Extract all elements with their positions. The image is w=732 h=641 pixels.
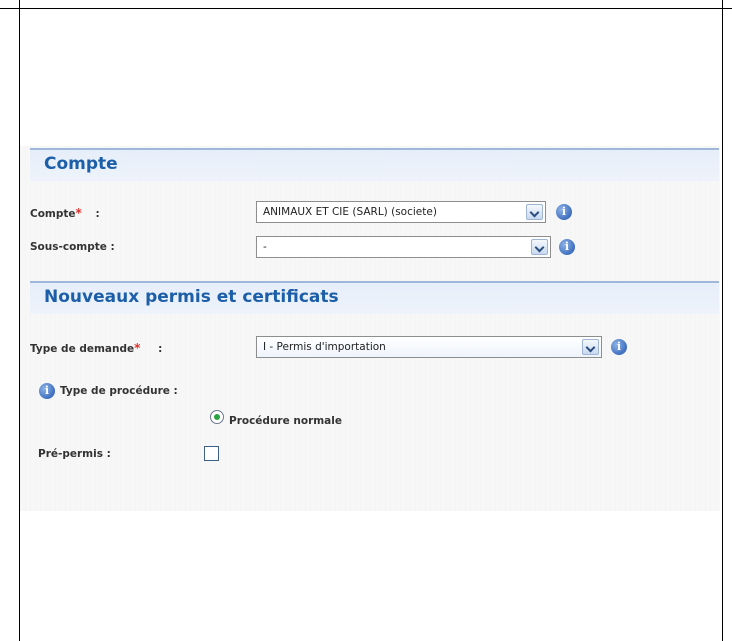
procedure-normale-radio[interactable] bbox=[210, 410, 224, 424]
procedure-normale-label[interactable]: Procédure normale bbox=[229, 415, 342, 427]
chevron-down-icon[interactable] bbox=[531, 239, 548, 255]
compte-section-title: Compte bbox=[44, 154, 118, 174]
permis-section-header: Nouveaux permis et certificats bbox=[30, 281, 719, 314]
required-marker: * bbox=[134, 341, 141, 355]
type-demande-label-text: Type de demande bbox=[30, 343, 135, 355]
type-demande-select-value: I - Permis d'importation bbox=[263, 341, 386, 353]
sous-compte-field-label: Sous-compte : bbox=[30, 241, 115, 253]
compte-select[interactable]: ANIMAUX ET CIE (SARL) (societe) bbox=[256, 201, 546, 223]
compte-label-colon: : bbox=[95, 208, 100, 220]
compte-field-label: Compte* : bbox=[30, 206, 100, 220]
frame-right-border bbox=[722, 0, 723, 641]
info-icon[interactable]: i bbox=[611, 339, 627, 355]
chevron-down-icon[interactable] bbox=[526, 204, 543, 220]
sous-compte-select[interactable]: - bbox=[256, 236, 551, 258]
type-demande-label-colon: : bbox=[158, 343, 163, 355]
info-icon[interactable]: i bbox=[556, 204, 572, 220]
pre-permis-checkbox[interactable] bbox=[204, 446, 219, 461]
info-icon[interactable]: i bbox=[559, 239, 575, 255]
frame-top-border bbox=[0, 8, 732, 9]
permis-section-title: Nouveaux permis et certificats bbox=[44, 287, 339, 307]
type-procedure-label: Type de procédure : bbox=[60, 385, 178, 397]
sous-compte-select-value: - bbox=[263, 241, 267, 253]
compte-label-text: Compte bbox=[30, 208, 76, 220]
type-demande-field-label: Type de demande* : bbox=[30, 341, 162, 355]
type-demande-select[interactable]: I - Permis d'importation bbox=[256, 336, 602, 358]
compte-select-value: ANIMAUX ET CIE (SARL) (societe) bbox=[263, 206, 437, 218]
pre-permis-label: Pré-permis : bbox=[38, 448, 111, 460]
chevron-down-icon[interactable] bbox=[582, 339, 599, 355]
info-icon[interactable]: i bbox=[39, 383, 55, 399]
compte-section-header: Compte bbox=[30, 148, 719, 181]
required-marker: * bbox=[75, 206, 82, 220]
